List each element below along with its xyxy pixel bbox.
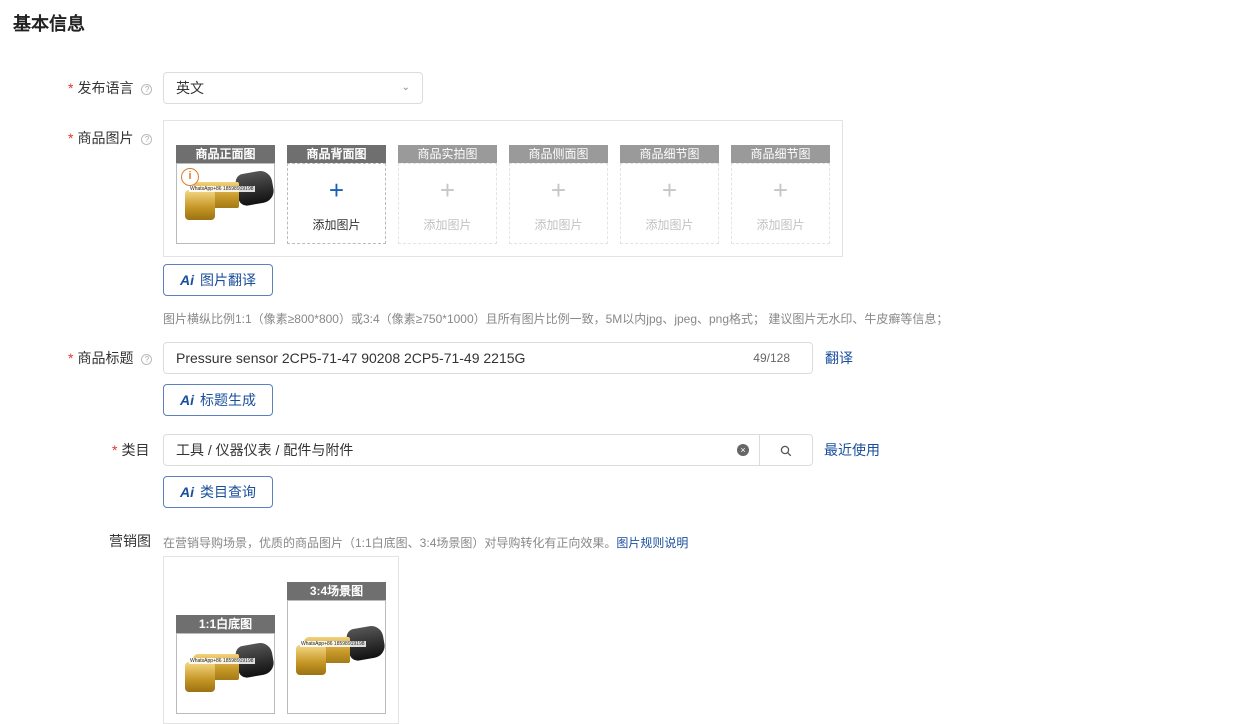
sensor-product-image: WhatsApp+86 18598919198 [185, 169, 276, 232]
question-circle-icon[interactable]: ? [141, 134, 153, 145]
image-slot-tag: 商品侧面图 [509, 145, 608, 163]
title-label-row: * 商品标题? [68, 348, 153, 368]
plus-icon: + [661, 175, 678, 205]
add-image-text: 添加图片 [312, 218, 361, 232]
ai-icon: Ai [180, 272, 194, 288]
recent-used-link[interactable]: 最近使用 [824, 440, 880, 460]
image-thumbnail[interactable]: WhatsApp+86 18598919198 i [176, 163, 276, 244]
category-query-button[interactable]: Ai 类目查询 [163, 476, 273, 508]
required-mark: * [68, 130, 74, 146]
image-slot-back[interactable]: 商品背面图 + 添加图片 [287, 145, 386, 244]
image-slot-detail-2: 商品细节图 + 添加图片 [731, 145, 830, 244]
marketing-images-panel: 1:1白底图 WhatsApp+86 18598919198 3:4场景图 Wh… [163, 556, 399, 724]
image-translate-button[interactable]: Ai 图片翻译 [163, 264, 273, 296]
sensor-product-image: WhatsApp+86 18598919198 [185, 641, 274, 704]
question-circle-icon[interactable]: ? [141, 354, 153, 365]
image-watermark: WhatsApp+86 18598919198 [189, 186, 255, 192]
title-generate-button[interactable]: Ai 标题生成 [163, 384, 273, 416]
image-slot-real: 商品实拍图 + 添加图片 [398, 145, 497, 244]
product-images-panel: 商品正面图 WhatsApp+86 18598919198 i 商品背面图 + … [163, 120, 843, 257]
plus-icon: + [772, 175, 789, 205]
language-label-row: * 发布语言? [68, 78, 153, 98]
images-label-row: * 商品图片? [68, 128, 153, 148]
category-label-row: * 类目 [112, 440, 149, 460]
sensor-product-image: WhatsApp+86 18598919198 [296, 624, 385, 687]
marketing-slot-tag: 1:1白底图 [176, 615, 275, 633]
required-mark: * [68, 350, 74, 366]
ai-icon: Ai [180, 392, 194, 408]
search-icon [780, 445, 792, 457]
ai-icon: Ai [180, 484, 194, 500]
marketing-label: 营销图 [109, 533, 151, 549]
image-slot-tag: 商品背面图 [287, 145, 386, 163]
product-title-value: Pressure sensor 2CP5-71-47 90208 2CP5-71… [176, 350, 526, 366]
translate-link[interactable]: 翻译 [825, 348, 853, 368]
image-slot-side: 商品侧面图 + 添加图片 [509, 145, 608, 244]
plus-icon: + [439, 175, 456, 205]
image-slot-detail-1: 商品细节图 + 添加图片 [620, 145, 719, 244]
language-select-value: 英文 [176, 80, 204, 96]
add-image-box: + 添加图片 [509, 163, 608, 244]
add-image-box: + 添加图片 [398, 163, 497, 244]
image-slot-tag: 商品细节图 [620, 145, 719, 163]
marketing-slot-tag: 3:4场景图 [287, 582, 386, 600]
info-circle-icon[interactable]: i [181, 168, 199, 186]
plus-icon: + [550, 175, 567, 205]
image-translate-label: 图片翻译 [200, 272, 256, 288]
language-select[interactable]: 英文 ⌄ [163, 72, 423, 104]
image-watermark: WhatsApp+86 18598919198 [189, 658, 255, 664]
add-image-box[interactable]: + 添加图片 [287, 163, 386, 244]
marketing-desc: 在营销导购场景，优质的商品图片（1:1白底图、3:4场景图）对导购转化有正向效果… [163, 536, 617, 550]
category-query-label: 类目查询 [200, 484, 256, 500]
add-image-text: 添加图片 [423, 218, 472, 232]
required-mark: * [112, 442, 118, 458]
add-image-box: + 添加图片 [731, 163, 830, 244]
question-circle-icon[interactable]: ? [141, 84, 153, 95]
product-title-input[interactable]: Pressure sensor 2CP5-71-47 90208 2CP5-71… [163, 342, 813, 374]
add-image-text: 添加图片 [534, 218, 583, 232]
clear-circle-icon[interactable]: × [737, 444, 749, 456]
category-label: 类目 [121, 442, 150, 458]
category-value: 工具 / 仪器仪表 / 配件与附件 [176, 442, 354, 458]
image-slot-tag: 商品实拍图 [398, 145, 497, 163]
chevron-down-icon: ⌄ [401, 82, 410, 93]
image-slot-tag: 商品正面图 [176, 145, 275, 163]
language-label: 发布语言 [77, 80, 134, 96]
title-label: 商品标题 [77, 350, 134, 366]
marketing-desc-row: 在营销导购场景，优质的商品图片（1:1白底图、3:4场景图）对导购转化有正向效果… [163, 534, 688, 551]
image-slot-tag: 商品细节图 [731, 145, 830, 163]
add-image-text: 添加图片 [756, 218, 805, 232]
marketing-thumbnail[interactable]: WhatsApp+86 18598919198 [176, 633, 275, 714]
image-watermark: WhatsApp+86 18598919198 [300, 641, 366, 647]
category-search-button[interactable] [759, 434, 813, 466]
add-image-text: 添加图片 [645, 218, 694, 232]
image-rules-link[interactable]: 图片规则说明 [616, 536, 688, 550]
images-label: 商品图片 [77, 130, 134, 146]
image-hint: 图片横纵比例1:1（像素≥800*800）或3:4（像素≥750*1000）且所… [163, 312, 949, 326]
title-char-count: 49/128 [753, 351, 790, 365]
category-input[interactable]: 工具 / 仪器仪表 / 配件与附件 × [163, 434, 760, 466]
add-image-box: + 添加图片 [620, 163, 719, 244]
title-generate-label: 标题生成 [200, 392, 256, 408]
section-title: 基本信息 [13, 14, 85, 34]
required-mark: * [68, 80, 74, 96]
plus-icon: + [328, 175, 345, 205]
image-slot-front[interactable]: 商品正面图 WhatsApp+86 18598919198 i [176, 145, 276, 244]
marketing-thumbnail[interactable]: WhatsApp+86 18598919198 [287, 600, 386, 714]
